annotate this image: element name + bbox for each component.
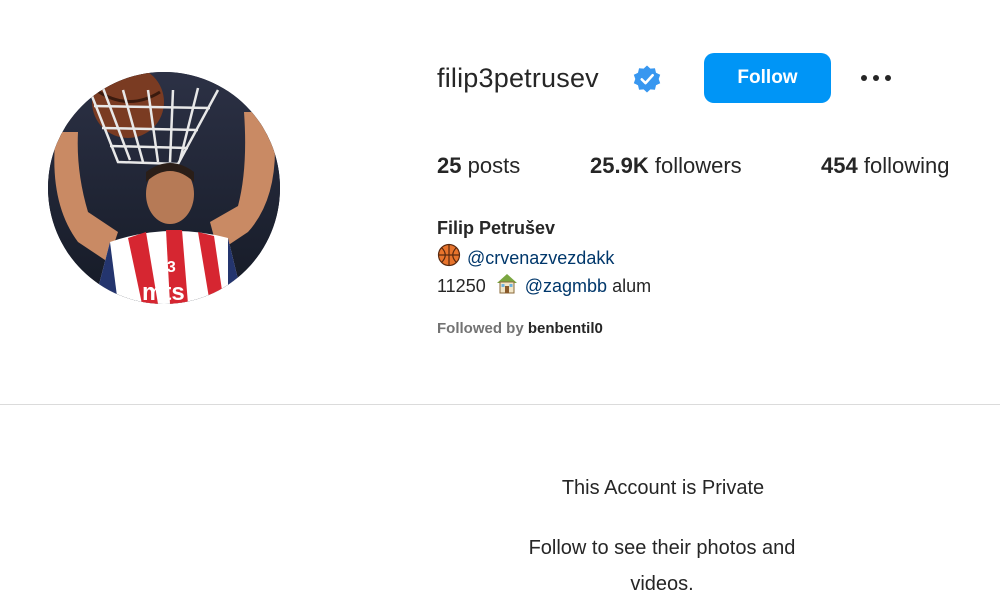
posts-count-value: 25 [437,153,462,178]
following-link[interactable]: 454 following [821,148,949,184]
posts-count-label: posts [467,153,521,178]
more-options-icon [873,75,879,81]
posts-count: 25 posts [437,148,520,184]
basketball-icon [437,243,461,267]
following-count-label: following [863,153,950,178]
followed-by-user: benbentil0 [527,320,603,337]
following-count-value: 454 [821,153,858,178]
verified-badge-icon [633,65,661,93]
svg-text:33: 33 [158,259,176,276]
private-account-subtitle: Follow to see their photos and videos. [528,537,796,595]
bio-line-2: 11250 @zagmbb alum [437,271,651,299]
profile-username: filip3petrusev [437,63,599,93]
follow-button[interactable]: Follow [704,53,831,103]
house-icon [496,274,517,294]
bio-suffix: alum [612,276,652,296]
followers-count-label: followers [654,153,742,178]
followers-count-value: 25.9K [590,153,649,178]
bio-mention-zagmbb[interactable]: @zagmbb [525,276,607,296]
profile-avatar[interactable]: 33 mts [48,72,280,304]
profile-full-name: Filip Petrušev [437,218,556,238]
more-options-icon [861,75,867,81]
more-options-button[interactable] [852,58,900,98]
followed-by-label: Followed by [437,320,524,337]
private-account-title: This Account is Private [561,477,765,499]
bio-line-1: @crvenazvezdakk [437,243,614,271]
avatar-photo: 33 mts [48,72,280,304]
more-options-icon [885,75,891,81]
followed-by[interactable]: Followed by benbentil0 [437,318,603,340]
followers-link[interactable]: 25.9K followers [590,148,742,184]
bio-number: 11250 [437,276,486,296]
profile-page: 33 mts filip3petrusev Follow 25 posts 25… [0,0,1000,615]
section-divider [0,404,1000,405]
bio-mention-crvenazvezdakk[interactable]: @crvenazvezdakk [467,248,614,268]
svg-text:mts: mts [142,279,185,304]
